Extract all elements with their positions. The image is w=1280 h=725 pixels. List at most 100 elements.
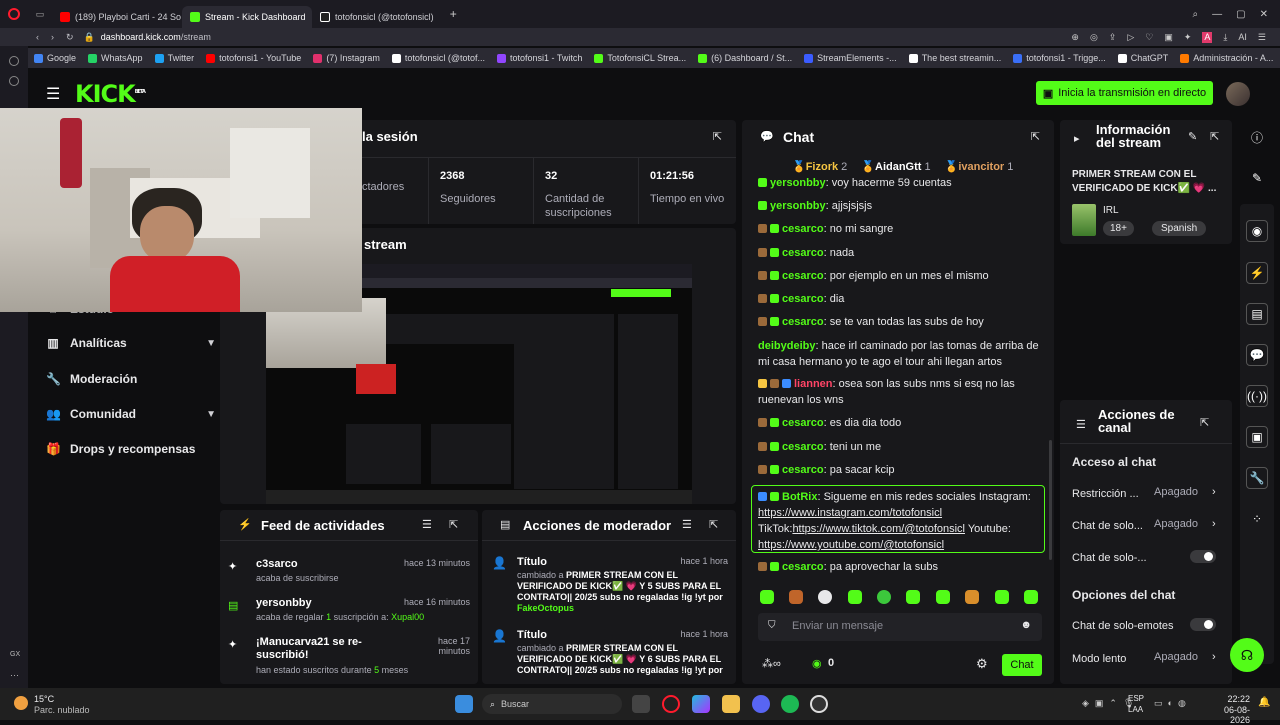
category-thumbnail[interactable] xyxy=(1072,204,1096,236)
bookmark-item[interactable]: Administración - A... xyxy=(1180,53,1273,63)
tab-tiktok[interactable]: totofonsicl (@totofonsicl) xyxy=(312,6,442,28)
tag-spanish[interactable]: Spanish xyxy=(1152,221,1207,236)
emote-icon[interactable] xyxy=(1024,590,1038,604)
card-icon[interactable]: ▣ xyxy=(1246,426,1268,448)
box-icon[interactable]: ▣ xyxy=(1164,32,1173,43)
maximize-icon[interactable]: ▢ xyxy=(1236,9,1245,20)
emote-icon[interactable] xyxy=(936,590,950,604)
more-icon[interactable]: ··· xyxy=(10,670,19,680)
users-infinity-icon[interactable]: ⁂∞ xyxy=(762,657,781,670)
emote-icon[interactable] xyxy=(818,590,832,604)
emote-icon[interactable] xyxy=(877,590,891,604)
bookmark-item[interactable]: StreamElements -... xyxy=(804,53,897,63)
tab-kick-dashboard[interactable]: Stream - Kick Dashboard xyxy=(182,6,312,28)
opera-logo-icon[interactable] xyxy=(0,0,28,28)
url-field[interactable]: dashboard.kick.com/stream xyxy=(101,32,211,42)
menu-icon[interactable]: ☰ xyxy=(1258,32,1266,43)
chat-username[interactable]: cesarco xyxy=(782,464,824,476)
emote-icon[interactable] xyxy=(906,590,920,604)
zoom-icon[interactable]: ⊕ xyxy=(1071,32,1079,43)
copilot-icon[interactable] xyxy=(692,695,710,713)
category-label[interactable]: IRL xyxy=(1103,205,1119,216)
tag-18plus[interactable]: 18+ xyxy=(1103,221,1134,236)
minimize-icon[interactable]: — xyxy=(1212,9,1222,20)
camera-icon[interactable]: ◉ xyxy=(1246,220,1268,242)
chat-username[interactable]: cesarco xyxy=(782,441,824,453)
bookmark-item[interactable]: totofonsicl (@totof... xyxy=(391,53,485,63)
bookmark-item[interactable]: WhatsApp xyxy=(88,53,143,63)
chat-username[interactable]: cesarco xyxy=(782,316,824,328)
edit-icon[interactable]: ✎ xyxy=(1246,167,1268,189)
gifter-2[interactable]: 🏅AidanGtt 1 xyxy=(861,160,930,173)
popout-icon[interactable]: ⇱ xyxy=(1210,130,1219,143)
search-tabs-icon[interactable]: ⌕ xyxy=(1193,9,1199,20)
popout-icon[interactable]: ⇱ xyxy=(449,518,458,531)
messenger-icon[interactable] xyxy=(9,56,19,66)
download-icon[interactable]: ⤓ xyxy=(1223,32,1227,43)
filter-icon[interactable]: ☰ xyxy=(422,518,432,531)
play-icon[interactable]: ▷ xyxy=(1127,32,1134,43)
support-button[interactable]: ☊ xyxy=(1230,638,1264,672)
popout-icon[interactable]: ⇱ xyxy=(1200,416,1209,429)
extensions-icon[interactable]: ✦ xyxy=(1184,32,1192,43)
bookmark-item[interactable]: totofonsi1 - Trigge... xyxy=(1013,53,1106,63)
start-icon[interactable] xyxy=(455,695,473,713)
chat-username[interactable]: cesarco xyxy=(782,270,824,282)
close-window-icon[interactable]: ✕ xyxy=(1260,9,1268,20)
taskbar-search[interactable]: ⌕ Buscar xyxy=(482,694,622,714)
back-icon[interactable]: ‹ xyxy=(36,32,39,42)
wrench-icon[interactable]: 🔧 xyxy=(1246,467,1268,489)
chat-username[interactable]: cesarco xyxy=(782,223,824,235)
bookmark-item[interactable]: (6) Dashboard / St... xyxy=(698,53,792,63)
emoji-icon[interactable]: ☻ xyxy=(1020,619,1032,631)
chat-username[interactable]: cesarco xyxy=(782,247,824,259)
chat-username[interactable]: yersonbby xyxy=(770,177,826,189)
hamburger-menu-icon[interactable]: ☰ xyxy=(46,84,60,104)
bookmark-item[interactable]: totofonsi1 - YouTube xyxy=(206,53,301,63)
instagram-link[interactable]: https://www.instagram.com/totofonsicl xyxy=(758,507,942,519)
chat-username[interactable]: cesarco xyxy=(782,293,824,305)
bookmark-item[interactable]: ChatGPT xyxy=(1117,53,1168,63)
chat-username[interactable]: deibydeiby xyxy=(758,340,815,352)
sidebar-item-drops[interactable]: 🎁 Drops y recompensas xyxy=(46,438,216,460)
share-icon[interactable]: ⇪ xyxy=(1109,32,1117,43)
emote-icon[interactable] xyxy=(760,590,774,604)
chat-scrollbar[interactable] xyxy=(1049,440,1052,560)
bookmark-item[interactable]: TotofonsiCL Strea... xyxy=(594,53,686,63)
obs-icon[interactable] xyxy=(810,695,828,713)
tab-icon[interactable]: ▭ xyxy=(28,9,52,20)
tab-youtube[interactable]: (189) Playboi Carti - 24 So xyxy=(52,6,182,28)
aria-icon[interactable]: AI xyxy=(1238,32,1247,43)
tiktok-link[interactable]: https://www.tiktok.com/@totofonsicl xyxy=(792,523,965,535)
clock-time[interactable]: 22:22 xyxy=(1214,694,1250,704)
gifter-1[interactable]: 🏅Fizork 2 xyxy=(792,160,847,173)
filter-icon[interactable]: ☰ xyxy=(682,518,692,531)
chat-input[interactable]: ⛉ Enviar un mensaje ☻ xyxy=(758,613,1042,641)
bookmark-item[interactable]: (7) Instagram xyxy=(313,53,380,63)
bolt-icon[interactable]: ⚡ xyxy=(1246,262,1268,284)
camera-icon[interactable]: ◎ xyxy=(1090,32,1098,43)
document-icon[interactable]: ▤ xyxy=(1246,303,1268,325)
bookmark-item[interactable]: totofonsi1 - Twitch xyxy=(497,53,582,63)
setting-row-solo[interactable]: Chat de solo... Apagado › xyxy=(1072,518,1222,532)
toggle-switch[interactable] xyxy=(1190,618,1216,631)
gx-label[interactable]: GX xyxy=(10,651,20,658)
info-icon[interactable]: ⓘ xyxy=(1246,126,1268,148)
sidebar-item-analiticas[interactable]: ▥ Analíticas ▼ xyxy=(46,332,216,354)
kick-logo[interactable]: KICKBETA xyxy=(75,80,146,108)
apps-icon[interactable]: ⁘ xyxy=(1246,508,1268,530)
reload-icon[interactable]: ↻ xyxy=(66,32,74,43)
weather-icon[interactable] xyxy=(14,696,28,710)
emote-icon[interactable] xyxy=(995,590,1009,604)
go-live-button[interactable]: ▣ Inicia la transmisión en directo xyxy=(1036,81,1213,105)
emote-icon[interactable] xyxy=(789,590,803,604)
popout-icon[interactable]: ⇱ xyxy=(709,518,718,531)
sidebar-item-comunidad[interactable]: 👥 Comunidad ▼ xyxy=(46,403,216,425)
popout-icon[interactable]: ⇱ xyxy=(1031,130,1040,143)
system-tray-icons[interactable]: ▭◐◍ xyxy=(1154,698,1191,709)
notifications-icon[interactable]: 🔔 xyxy=(1258,697,1270,708)
spotify-icon[interactable] xyxy=(781,695,799,713)
bookmark-item[interactable]: The best streamin... xyxy=(908,53,1001,63)
chat-username[interactable]: liannen xyxy=(794,378,833,390)
gear-icon[interactable]: ⚙ xyxy=(976,656,988,672)
